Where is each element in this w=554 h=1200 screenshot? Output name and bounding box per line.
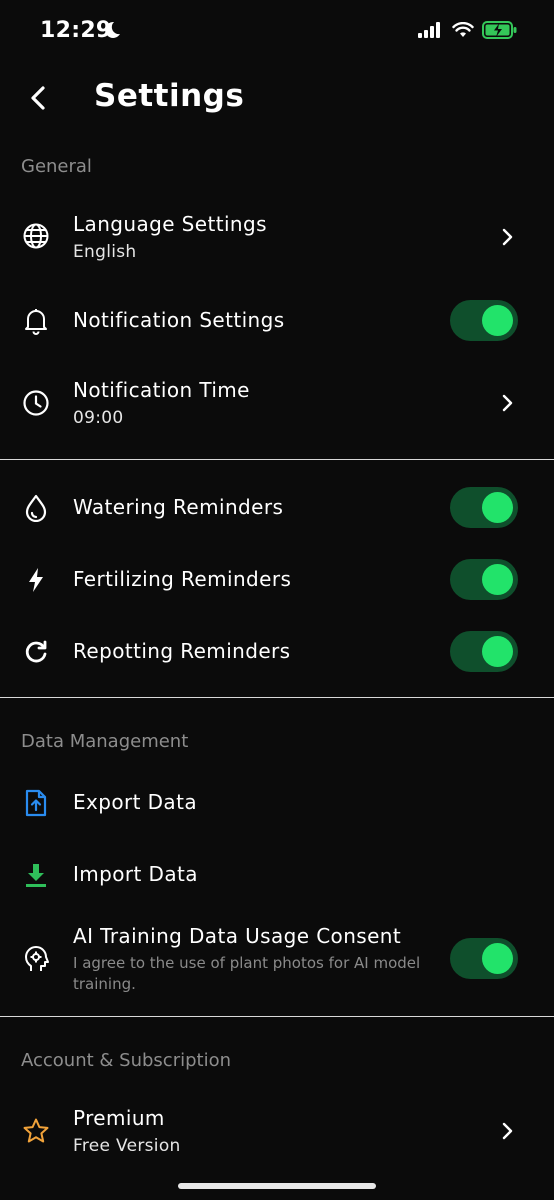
chevron-right-icon [498,1121,516,1141]
star-icon [22,1117,50,1145]
fertilizing-reminders-row: Fertilizing Reminders [0,549,554,611]
watering-reminders-label: Watering Reminders [73,495,284,519]
head-brain-icon [22,945,50,973]
premium-row[interactable]: Premium Free Version [0,1090,554,1176]
battery-charging-icon [482,21,518,43]
navigation-bar: Settings [0,70,554,126]
notification-time-row[interactable]: Notification Time 09:00 [0,362,554,448]
notification-settings-row: Notification Settings [0,290,554,352]
wifi-icon [452,21,474,42]
section-divider [0,459,554,460]
back-button[interactable] [22,82,54,114]
clock-icon [22,389,50,417]
section-label-account: Account & Subscription [21,1050,231,1071]
status-time: 12:29 [40,18,112,43]
chevron-right-icon [498,227,516,247]
home-indicator[interactable] [178,1183,376,1189]
toggle-knob [482,943,513,974]
import-data-label: Import Data [73,862,198,886]
watering-reminders-toggle[interactable] [450,487,518,528]
ai-consent-row: AI Training Data Usage Consent I agree t… [0,916,554,1006]
bell-icon [22,307,50,335]
chevron-right-icon [498,393,516,413]
cellular-signal-icon [418,22,444,42]
repotting-reminders-label: Repotting Reminders [73,639,291,663]
notification-settings-toggle[interactable] [450,300,518,341]
ai-consent-description: I agree to the use of plant photos for A… [73,954,421,993]
notification-time-label: Notification Time [73,378,250,402]
watering-reminders-row: Watering Reminders [0,477,554,539]
notification-time-value: 09:00 [73,408,124,428]
premium-label: Premium [73,1106,165,1130]
toggle-knob [482,636,513,667]
page-title: Settings [94,78,245,114]
water-drop-icon [22,494,50,522]
section-divider [0,1016,554,1017]
repotting-reminders-toggle[interactable] [450,631,518,672]
fertilizing-reminders-toggle[interactable] [450,559,518,600]
fertilizing-reminders-label: Fertilizing Reminders [73,567,292,591]
download-icon [22,861,50,889]
file-upload-icon [22,789,50,817]
section-label-data-management: Data Management [21,731,189,752]
status-bar: 12:29 [0,0,554,64]
ai-consent-label: AI Training Data Usage Consent [73,924,402,948]
export-data-label: Export Data [73,790,197,814]
section-label-general: General [21,156,92,177]
repotting-reminders-row: Repotting Reminders [0,621,554,683]
ai-consent-toggle[interactable] [450,938,518,979]
language-settings-label: Language Settings [73,212,267,236]
moon-icon [102,20,122,44]
language-value: English [73,242,137,262]
section-divider [0,697,554,698]
import-data-row[interactable]: Import Data [0,844,554,906]
language-settings-row[interactable]: Language Settings English [0,196,554,282]
notification-settings-label: Notification Settings [73,308,285,332]
lightning-bolt-icon [22,566,50,594]
export-data-row[interactable]: Export Data [0,772,554,834]
refresh-icon [22,638,50,666]
globe-icon [22,222,50,250]
premium-value: Free Version [73,1136,181,1156]
toggle-knob [482,305,513,336]
toggle-knob [482,564,513,595]
toggle-knob [482,492,513,523]
